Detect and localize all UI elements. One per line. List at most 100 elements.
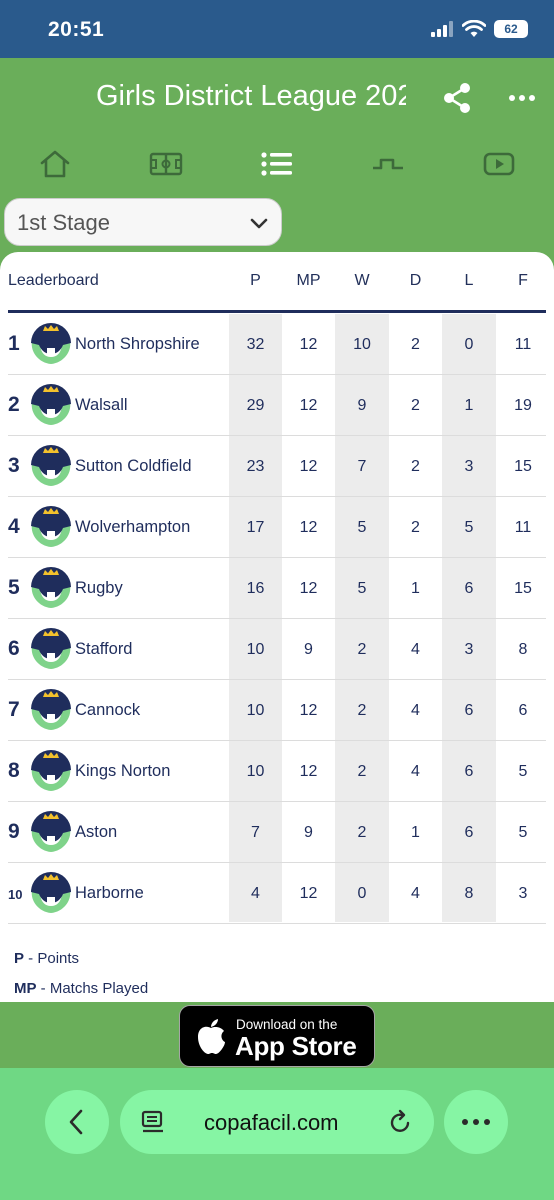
list-icon (261, 152, 292, 176)
tab-standings[interactable] (247, 144, 307, 184)
cell-l: 3 (464, 458, 474, 475)
team-name[interactable]: Sutton Coldfield (75, 457, 192, 476)
pitch-icon (149, 152, 183, 176)
cell-w: 2 (357, 824, 367, 841)
reader-icon (141, 1110, 163, 1133)
cell-p: 10 (246, 763, 265, 780)
cell-f: 8 (518, 641, 528, 658)
cell-l: 6 (464, 763, 474, 780)
legend-abbr: P (14, 950, 25, 967)
legend-text: - Matchs Played (36, 980, 149, 997)
table-row[interactable]: 7 Cannock 10 12 2 4 6 6 (8, 680, 546, 741)
rank: 10 (8, 887, 23, 902)
rank: 8 (8, 759, 20, 782)
team-name[interactable]: Rugby (75, 579, 123, 598)
table-row[interactable]: 2 Walsall 29 12 9 2 1 19 (8, 375, 546, 436)
header-divider (8, 310, 546, 313)
cell-p: 4 (251, 885, 260, 902)
cell-w: 2 (357, 763, 367, 780)
cell-d: 4 (411, 885, 420, 902)
more-horizontal-icon (462, 1119, 490, 1125)
cell-mp: 12 (299, 885, 318, 902)
cell-mp: 12 (299, 336, 318, 353)
tab-videos[interactable] (469, 144, 529, 184)
cell-d: 1 (411, 824, 420, 841)
battery-icon: 62 (494, 20, 528, 38)
rank: 1 (8, 332, 20, 355)
team-name[interactable]: Stafford (75, 640, 132, 659)
status-time: 20:51 (48, 18, 105, 41)
team-name[interactable]: Cannock (75, 701, 140, 720)
table-row[interactable]: 9 Aston 7 9 2 1 6 5 (8, 802, 546, 863)
home-icon (40, 150, 70, 178)
team-name[interactable]: Kings Norton (75, 762, 170, 781)
app-store-button[interactable]: Download on the App Store (179, 1005, 375, 1067)
rank: 2 (8, 393, 20, 416)
signal-icon (431, 21, 453, 37)
table-row[interactable]: 6 Stafford 10 9 2 4 3 8 (8, 619, 546, 680)
table-row[interactable]: 8 Kings Norton 10 12 2 4 6 5 (8, 741, 546, 802)
cell-l: 8 (464, 885, 474, 902)
browser-toolbar: copafacil.com (0, 1068, 554, 1200)
cell-l: 6 (464, 580, 474, 597)
rank: 7 (8, 698, 20, 721)
cell-p: 29 (246, 397, 265, 414)
leaderboard-card: Leaderboard P MP W D L F 1 North Shropshi… (0, 252, 554, 1002)
rank: 5 (8, 576, 20, 599)
team-name[interactable]: Aston (75, 823, 117, 842)
team-name[interactable]: North Shropshire (75, 335, 200, 354)
team-name[interactable]: Walsall (75, 396, 128, 415)
more-options-button[interactable] (506, 80, 538, 116)
cell-d: 2 (411, 519, 420, 536)
cell-w: 2 (357, 641, 367, 658)
column-header-mp: MP (296, 272, 321, 289)
cell-d: 4 (411, 641, 420, 658)
table-row[interactable]: 4 Wolverhampton 17 12 5 2 5 11 (8, 497, 546, 558)
cell-mp: 12 (299, 458, 318, 475)
column-header-p: P (250, 272, 261, 289)
team-crest-icon (28, 321, 74, 367)
video-icon (483, 152, 515, 176)
column-header-l: L (464, 272, 474, 289)
nav-tabs (0, 144, 554, 184)
cell-p: 10 (246, 702, 265, 719)
back-button[interactable] (45, 1090, 109, 1154)
cell-f: 3 (518, 885, 528, 902)
legend-text: - Points (24, 950, 80, 967)
url-text: copafacil.com (204, 1110, 339, 1135)
table-row[interactable]: 1 North Shropshire 32 12 10 2 0 11 (8, 314, 546, 375)
share-icon (444, 83, 470, 113)
browser-more-button[interactable] (444, 1090, 508, 1154)
cell-l: 6 (464, 702, 474, 719)
team-name[interactable]: Harborne (75, 884, 144, 903)
table-row[interactable]: 5 Rugby 16 12 5 1 6 15 (8, 558, 546, 619)
cell-p: 17 (246, 519, 265, 536)
leaderboard-header: Leaderboard P MP W D L F (0, 252, 554, 310)
column-header-f: F (518, 272, 528, 289)
cell-p: 23 (246, 458, 265, 475)
cell-f: 6 (518, 702, 528, 719)
share-button[interactable] (440, 80, 476, 116)
column-header-w: W (354, 272, 370, 289)
team-name[interactable]: Wolverhampton (75, 518, 190, 537)
table-row[interactable]: 10 Harborne 4 12 0 4 8 3 (8, 863, 546, 924)
tab-knockout[interactable] (358, 144, 418, 184)
cell-d: 4 (411, 763, 420, 780)
cell-l: 3 (464, 641, 474, 658)
store-small-text: Download on the (236, 1017, 338, 1032)
cell-p: 32 (246, 336, 265, 353)
cell-d: 4 (411, 702, 420, 719)
cell-mp: 12 (299, 519, 318, 536)
table-row[interactable]: 3 Sutton Coldfield 23 12 7 2 3 15 (8, 436, 546, 497)
stage-dropdown[interactable]: 1st Stage (4, 198, 282, 246)
cell-f: 5 (518, 763, 528, 780)
cell-mp: 12 (299, 580, 318, 597)
rank: 3 (8, 454, 20, 477)
legend-points: P - Points (14, 950, 79, 967)
tab-matches[interactable] (136, 144, 196, 184)
address-bar[interactable]: copafacil.com (120, 1090, 434, 1154)
cell-mp: 9 (304, 641, 313, 658)
column-header-d: D (409, 272, 422, 289)
cell-w: 10 (353, 336, 371, 353)
tab-home[interactable] (25, 144, 85, 184)
